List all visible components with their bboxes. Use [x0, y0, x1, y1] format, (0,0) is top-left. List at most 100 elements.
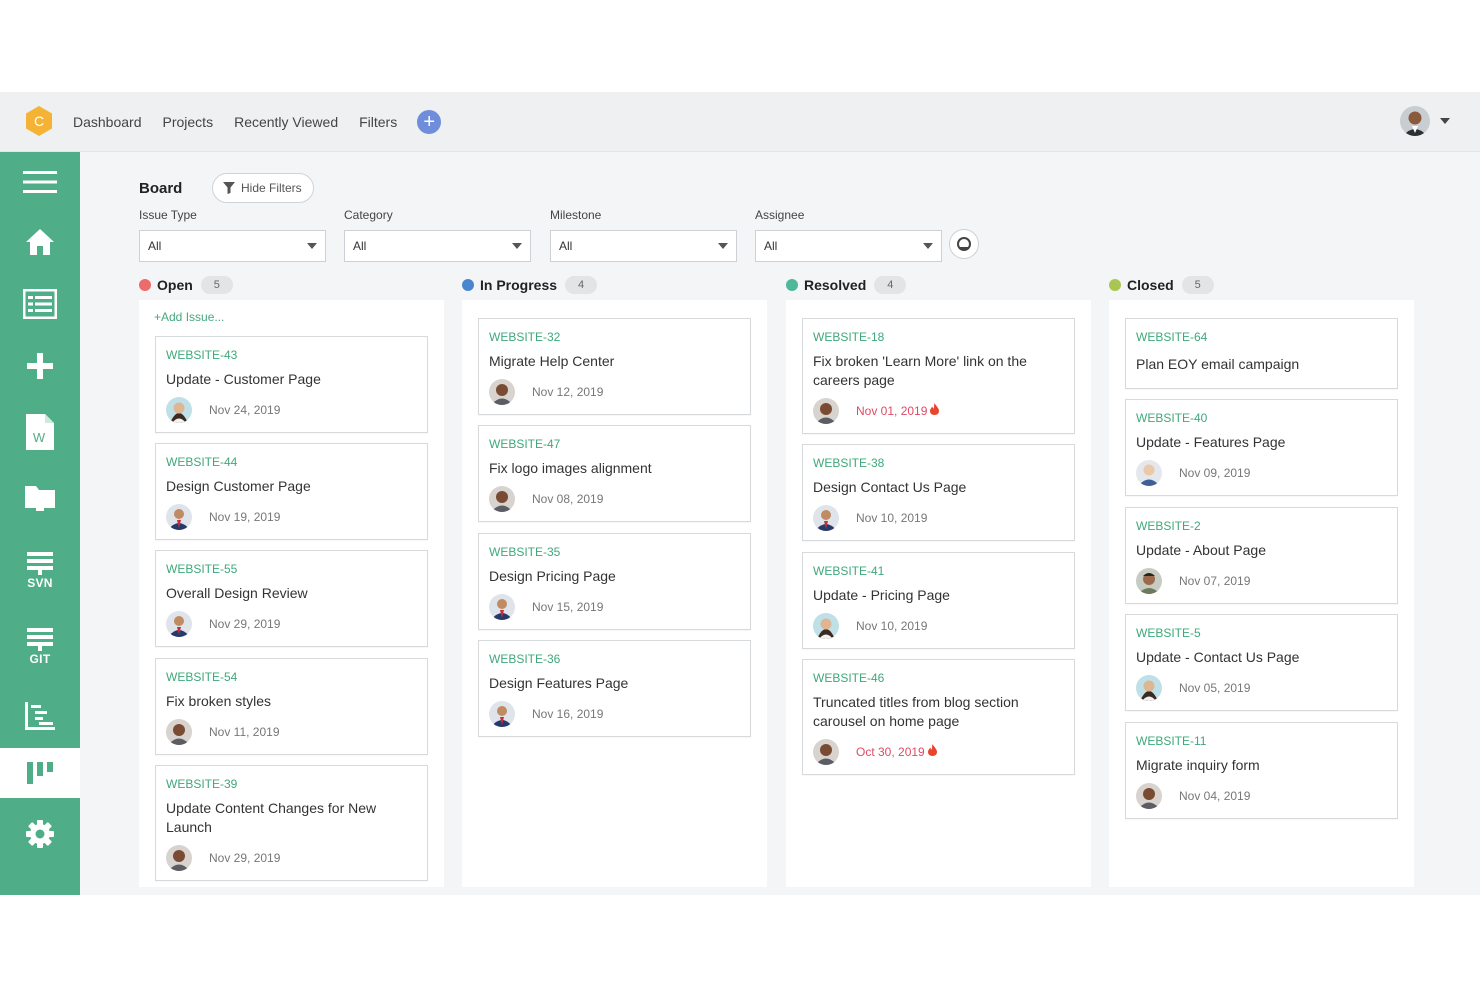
status-dot — [786, 279, 798, 291]
chevron-down-icon — [923, 243, 933, 249]
column-header-resolved: Resolved 4 — [786, 276, 907, 294]
home-icon — [26, 229, 54, 255]
sidebar-item-settings[interactable] — [0, 808, 80, 860]
issue-card[interactable]: WEBSITE-35 Design Pricing Page Nov 15, 201… — [478, 533, 751, 630]
issue-title: Design Customer Page — [166, 478, 311, 494]
issue-id[interactable]: WEBSITE-44 — [166, 455, 237, 469]
due-date: Nov 11, 2019 — [209, 725, 280, 739]
issue-card[interactable]: WEBSITE-55 Overall Design Review Nov 29, 2… — [155, 550, 428, 647]
issue-card[interactable]: WEBSITE-39 Update Content Changes for New… — [155, 765, 428, 881]
issue-card[interactable]: WEBSITE-54 Fix broken styles Nov 11, 2019 — [155, 658, 428, 755]
issue-id[interactable]: WEBSITE-46 — [813, 671, 884, 685]
issue-id[interactable]: WEBSITE-64 — [1136, 330, 1207, 344]
sidebar: W SVN GIT — [0, 152, 80, 895]
status-dot — [139, 279, 151, 291]
issue-title: Design Features Page — [489, 675, 629, 691]
issue-id[interactable]: WEBSITE-32 — [489, 330, 560, 344]
category-select[interactable]: All — [344, 230, 531, 262]
sidebar-item-board[interactable] — [0, 748, 80, 798]
issue-title: Migrate inquiry form — [1136, 757, 1260, 773]
sidebar-item-svn[interactable]: SVN — [0, 542, 80, 598]
select-value: All — [353, 239, 367, 253]
column-title: Closed — [1127, 277, 1174, 293]
issue-id[interactable]: WEBSITE-47 — [489, 437, 560, 451]
issue-card[interactable]: WEBSITE-40 Update - Features Page Nov 09, … — [1125, 399, 1398, 496]
issue-type-select[interactable]: All — [139, 230, 326, 262]
issue-id[interactable]: WEBSITE-11 — [1136, 734, 1206, 748]
card-footer: Nov 29, 2019 — [166, 611, 280, 637]
issue-id[interactable]: WEBSITE-41 — [813, 564, 884, 578]
sidebar-item-home[interactable] — [0, 218, 80, 266]
sidebar-item-git[interactable]: GIT — [0, 618, 80, 674]
sidebar-item-add[interactable] — [0, 342, 80, 390]
column-open: +Add Issue... WEBSITE-43 Update - Custome… — [139, 300, 444, 887]
issue-card[interactable]: WEBSITE-44 Design Customer Page Nov 19, 20… — [155, 443, 428, 540]
issue-title: Truncated titles from blog section carou… — [813, 694, 1019, 729]
column-header-open: Open 5 — [139, 276, 233, 294]
reset-filters-button[interactable] — [949, 229, 979, 259]
card-footer: Nov 04, 2019 — [1136, 783, 1250, 809]
sidebar-item-documents[interactable]: W — [0, 404, 80, 460]
assignee-avatar — [166, 845, 192, 871]
due-date: Nov 19, 2019 — [209, 510, 281, 524]
issue-id[interactable]: WEBSITE-38 — [813, 456, 884, 470]
issue-card[interactable]: WEBSITE-47 Fix logo images alignment Nov 0… — [478, 425, 751, 522]
issue-id[interactable]: WEBSITE-55 — [166, 562, 237, 576]
issue-card[interactable]: WEBSITE-43 Update - Customer Page Nov 24, … — [155, 336, 428, 433]
add-button[interactable]: + — [417, 110, 442, 134]
issue-card[interactable]: WEBSITE-36 Design Features Page Nov 16, 20… — [478, 640, 751, 737]
issue-id[interactable]: WEBSITE-54 — [166, 670, 237, 684]
issue-title: Migrate Help Center — [489, 353, 615, 369]
nav-dashboard[interactable]: Dashboard — [73, 114, 142, 130]
issue-card[interactable]: WEBSITE-5 Update - Contact Us Page Nov 05,… — [1125, 614, 1398, 711]
add-issue-link[interactable]: +Add Issue... — [154, 310, 224, 324]
chevron-down-icon — [718, 243, 728, 249]
due-date: Nov 15, 2019 — [532, 600, 604, 614]
top-navigation-bar: C Dashboard Projects Recently Viewed Fil… — [0, 92, 1480, 152]
fire-icon — [930, 402, 940, 420]
card-footer: Nov 05, 2019 — [1136, 675, 1250, 701]
assignee-avatar — [813, 398, 839, 424]
issue-id[interactable]: WEBSITE-5 — [1136, 626, 1201, 640]
assignee-avatar — [489, 594, 515, 620]
nav-recently-viewed[interactable]: Recently Viewed — [234, 114, 338, 130]
fire-icon — [927, 743, 937, 761]
column-title: In Progress — [480, 277, 558, 293]
hide-filters-button[interactable]: Hide Filters — [212, 173, 314, 203]
sidebar-item-gantt[interactable] — [0, 692, 80, 740]
card-footer: Nov 07, 2019 — [1136, 568, 1250, 594]
issue-id[interactable]: WEBSITE-35 — [489, 545, 560, 559]
issue-card[interactable]: WEBSITE-38 Design Contact Us Page Nov 10, … — [802, 444, 1075, 541]
issue-card[interactable]: WEBSITE-46 Truncated titles from blog sec… — [802, 659, 1075, 775]
issue-id[interactable]: WEBSITE-43 — [166, 348, 237, 362]
issue-card[interactable]: WEBSITE-11 Migrate inquiry form Nov 04, 20… — [1125, 722, 1398, 819]
svn-label: SVN — [27, 575, 53, 590]
issue-card[interactable]: WEBSITE-64 Plan EOY email campaign — [1125, 318, 1398, 389]
issue-id[interactable]: WEBSITE-39 — [166, 777, 237, 791]
app-logo[interactable]: C — [24, 105, 54, 137]
issue-card[interactable]: WEBSITE-2 Update - About Page Nov 07, 2019 — [1125, 507, 1398, 604]
sidebar-menu-toggle[interactable] — [0, 158, 80, 206]
assignee-select[interactable]: All — [755, 230, 942, 262]
select-value: All — [764, 239, 778, 253]
sidebar-item-files[interactable] — [0, 472, 80, 522]
issue-id[interactable]: WEBSITE-36 — [489, 652, 560, 666]
issue-card[interactable]: WEBSITE-41 Update - Pricing Page Nov 10, 2… — [802, 552, 1075, 649]
menu-icon — [23, 171, 57, 193]
issue-id[interactable]: WEBSITE-40 — [1136, 411, 1207, 425]
issue-card[interactable]: WEBSITE-18 Fix broken 'Learn More' link o… — [802, 318, 1075, 434]
sidebar-item-issues[interactable] — [0, 280, 80, 328]
filter-label: Issue Type — [139, 208, 197, 222]
issue-id[interactable]: WEBSITE-2 — [1136, 519, 1201, 533]
issue-id[interactable]: WEBSITE-18 — [813, 330, 884, 344]
nav-projects[interactable]: Projects — [163, 114, 214, 130]
logo-letter: C — [34, 113, 44, 129]
filter-milestone: Milestone All — [550, 208, 737, 262]
milestone-select[interactable]: All — [550, 230, 737, 262]
assignee-avatar — [1136, 783, 1162, 809]
issue-card[interactable]: WEBSITE-32 Migrate Help Center Nov 12, 201… — [478, 318, 751, 415]
user-menu[interactable] — [1400, 106, 1450, 136]
assignee-avatar — [166, 397, 192, 423]
nav-filters[interactable]: Filters — [359, 114, 397, 130]
issue-title: Update - Customer Page — [166, 371, 321, 387]
